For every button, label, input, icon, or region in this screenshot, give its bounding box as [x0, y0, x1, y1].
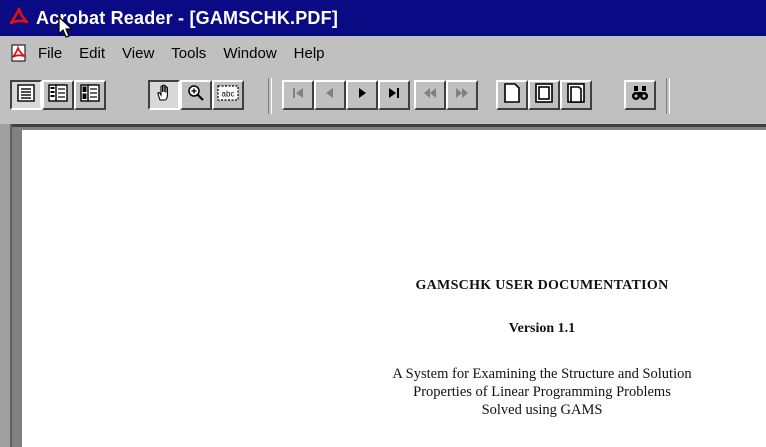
hand-tool-icon — [154, 83, 174, 108]
go-forward-button[interactable] — [446, 80, 478, 110]
window-title: Acrobat Reader - [GAMSCHK.PDF] — [36, 7, 339, 28]
zoom-tool-button[interactable] — [180, 80, 212, 110]
page-only-button[interactable] — [10, 80, 42, 110]
svg-text:abc: abc — [222, 89, 235, 98]
select-text-button[interactable]: abc — [212, 80, 244, 110]
menu-edit[interactable]: Edit — [79, 45, 105, 62]
bookmarks-and-page-icon — [48, 83, 68, 107]
subtitle-line: Properties of Linear Programming Problem… — [413, 384, 671, 400]
fit-width-icon — [567, 82, 585, 108]
toolbar: abc — [0, 70, 766, 124]
acrobat-reader-window: Acrobat Reader - [GAMSCHK.PDF] File Edit… — [0, 0, 766, 447]
subtitle-line: Solved using GAMS — [481, 402, 603, 418]
menu-bar: File Edit View Tools Window Help — [0, 36, 766, 70]
document-top-border — [12, 124, 766, 127]
bookmarks-and-page-button[interactable] — [42, 80, 74, 110]
select-text-icon: abc — [217, 84, 239, 107]
title-bar[interactable]: Acrobat Reader - [GAMSCHK.PDF] — [0, 0, 766, 36]
menu-help[interactable]: Help — [294, 45, 325, 62]
last-page-icon — [386, 85, 402, 106]
go-forward-icon — [453, 85, 471, 106]
menu-window[interactable]: Window — [223, 45, 276, 62]
go-back-button[interactable] — [414, 80, 446, 110]
fit-page-icon — [535, 82, 553, 108]
subtitle-line: A System for Examining the Structure and… — [392, 366, 692, 382]
go-back-icon — [421, 85, 439, 106]
pdf-page[interactable]: GAMSCHK USER DOCUMENTATION Version 1.1 A… — [22, 130, 766, 447]
page-only-icon — [17, 83, 35, 107]
fit-width-button[interactable] — [560, 80, 592, 110]
document-version: Version 1.1 — [508, 321, 576, 336]
thumbnails-and-page-button[interactable] — [74, 80, 106, 110]
document-system-menu-icon[interactable] — [8, 42, 30, 64]
toolbar-separator-end — [666, 78, 670, 114]
last-page-button[interactable] — [378, 80, 410, 110]
page-view-group — [496, 80, 592, 112]
next-page-icon — [354, 85, 370, 106]
hand-tool-button[interactable] — [148, 80, 180, 110]
history-group — [414, 80, 478, 112]
document-subtitle: A System for Examining the Structure and… — [318, 365, 766, 419]
acrobat-logo-icon[interactable] — [6, 5, 32, 31]
view-mode-group — [10, 80, 106, 112]
first-page-icon — [290, 85, 306, 106]
first-page-button[interactable] — [282, 80, 314, 110]
previous-page-icon — [322, 85, 338, 106]
navigation-group — [282, 80, 410, 112]
document-title: GAMSCHK USER DOCUMENTATION — [415, 278, 669, 293]
actual-size-icon — [503, 82, 521, 108]
mouse-pointer-icon — [58, 15, 74, 40]
zoom-tool-icon — [186, 83, 206, 108]
document-area[interactable]: GAMSCHK USER DOCUMENTATION Version 1.1 A… — [0, 124, 766, 447]
menu-view[interactable]: View — [122, 45, 154, 62]
menu-file[interactable]: File — [38, 45, 62, 62]
toolbar-separator — [268, 78, 272, 114]
fit-page-button[interactable] — [528, 80, 560, 110]
actual-size-button[interactable] — [496, 80, 528, 110]
thumbnails-and-page-icon — [80, 83, 100, 107]
find-button[interactable] — [624, 80, 656, 110]
tools-group: abc — [148, 80, 244, 112]
left-pane-edge[interactable] — [0, 124, 12, 447]
find-group — [624, 80, 656, 112]
next-page-button[interactable] — [346, 80, 378, 110]
find-icon — [630, 84, 650, 107]
previous-page-button[interactable] — [314, 80, 346, 110]
menu-tools[interactable]: Tools — [171, 45, 206, 62]
